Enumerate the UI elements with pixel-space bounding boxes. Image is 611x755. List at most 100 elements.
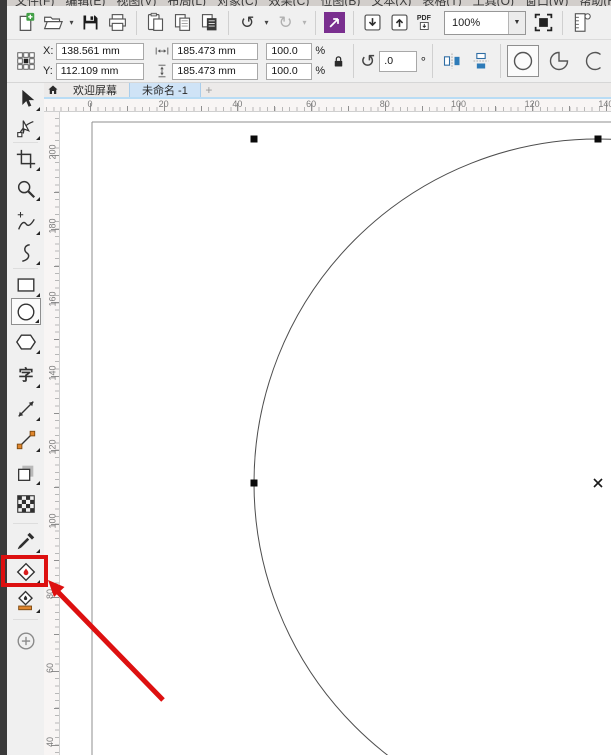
zoom-tool[interactable] bbox=[11, 175, 41, 202]
toolbox: 字 bbox=[7, 83, 44, 755]
smart-fill-tool[interactable] bbox=[11, 587, 41, 614]
freehand-tool[interactable] bbox=[11, 209, 41, 236]
fullscreen-preview-button[interactable] bbox=[530, 9, 557, 36]
drop-shadow-tool[interactable] bbox=[11, 459, 41, 486]
mirror-vertical-button[interactable] bbox=[468, 51, 494, 71]
ruler-tick bbox=[348, 106, 349, 111]
selection-handle[interactable] bbox=[595, 136, 602, 143]
duplicate-icon bbox=[199, 12, 220, 33]
tab-untitled-1[interactable]: 未命名 -1 bbox=[129, 83, 201, 97]
lock-ratio-icon[interactable] bbox=[329, 54, 347, 69]
rectangle-tool[interactable] bbox=[11, 271, 41, 298]
ruler-tick bbox=[201, 106, 202, 111]
svg-text:PDF: PDF bbox=[417, 15, 432, 22]
ellipse-mode-button[interactable] bbox=[507, 45, 539, 77]
scale-horizontal-field[interactable]: 100.0 bbox=[266, 43, 312, 60]
rotation-angle-field[interactable]: .0 bbox=[379, 51, 417, 72]
new-document-button[interactable] bbox=[12, 9, 39, 36]
artistic-media-tool[interactable] bbox=[11, 239, 41, 266]
new-doc-icon bbox=[15, 12, 36, 33]
x-position-field[interactable]: 138.561 mm bbox=[56, 43, 144, 60]
interactive-fill-icon bbox=[15, 561, 37, 583]
ruler-tick bbox=[54, 634, 59, 635]
print-icon bbox=[107, 12, 128, 33]
object-center-marker[interactable] bbox=[594, 479, 602, 487]
ruler-label: 0 bbox=[87, 99, 92, 109]
selection-handle[interactable] bbox=[251, 136, 258, 143]
drawing-canvas[interactable] bbox=[60, 112, 611, 755]
transparency-tool[interactable] bbox=[11, 490, 41, 517]
freehand-icon bbox=[15, 212, 37, 234]
text-tool[interactable]: 字 bbox=[11, 362, 41, 389]
horizontal-ruler[interactable]: 020406080100120140 bbox=[44, 97, 611, 112]
ruler-label: 120 bbox=[48, 439, 58, 454]
smart-fill-icon bbox=[15, 590, 37, 612]
rulers-button[interactable] bbox=[568, 9, 595, 36]
selection-handles[interactable] bbox=[251, 136, 602, 487]
export-button[interactable] bbox=[386, 9, 413, 36]
open-button[interactable] bbox=[39, 9, 66, 36]
mirror-horizontal-button[interactable] bbox=[439, 51, 465, 71]
connector-tool[interactable] bbox=[11, 426, 41, 453]
connector-icon bbox=[15, 429, 37, 451]
save-button[interactable] bbox=[77, 9, 104, 36]
y-position-field[interactable]: 112.109 mm bbox=[56, 63, 144, 80]
duplicate-button[interactable] bbox=[196, 9, 223, 36]
ruler-label: 120 bbox=[525, 99, 540, 109]
zoom-dropdown-icon[interactable]: ▼ bbox=[508, 12, 525, 34]
dimension-tool[interactable] bbox=[11, 395, 41, 422]
copy-icon bbox=[172, 12, 193, 33]
pie-mode-button[interactable] bbox=[543, 45, 575, 77]
zoom-level-value: 100% bbox=[445, 17, 508, 29]
pick-tool[interactable] bbox=[11, 85, 41, 112]
ruler-tick bbox=[422, 106, 423, 111]
arc-mode-button[interactable] bbox=[579, 45, 611, 77]
drop-shadow-icon bbox=[15, 462, 37, 484]
object-height-field[interactable]: 185.473 mm bbox=[172, 63, 258, 80]
transparency-icon bbox=[15, 493, 37, 515]
undo-button[interactable]: ↺ bbox=[234, 9, 261, 36]
shape-icon bbox=[15, 117, 37, 139]
ruler-icon bbox=[571, 12, 592, 33]
undo-flyout-caret-icon[interactable]: ▾ bbox=[261, 9, 272, 36]
import-button[interactable] bbox=[359, 9, 386, 36]
publish-pdf-button[interactable]: PDF bbox=[413, 9, 440, 36]
scale-vertical-field[interactable]: 100.0 bbox=[266, 63, 312, 80]
new-tab-button[interactable]: + bbox=[201, 83, 217, 97]
ruler-tick bbox=[54, 708, 59, 709]
selection-handle[interactable] bbox=[251, 480, 258, 487]
redo-button[interactable]: ↻ bbox=[272, 9, 299, 36]
tab-welcome-screen[interactable]: 欢迎屏幕 bbox=[61, 83, 129, 97]
percent-label-2: % bbox=[315, 65, 325, 77]
home-tab-button[interactable] bbox=[44, 83, 61, 97]
interactive-fill-tool[interactable] bbox=[11, 558, 41, 585]
zoom-icon bbox=[15, 178, 37, 200]
polygon-tool[interactable] bbox=[11, 328, 41, 355]
zoom-level-combo[interactable]: 100%▼ bbox=[444, 11, 526, 35]
open-flyout-caret-icon[interactable]: ▾ bbox=[66, 9, 77, 36]
copy-button[interactable] bbox=[169, 9, 196, 36]
ruler-tick bbox=[54, 487, 59, 488]
ruler-tick bbox=[54, 560, 59, 561]
ellipse-tool[interactable] bbox=[11, 298, 41, 325]
ellipse-icon bbox=[15, 301, 37, 323]
vertical-ruler[interactable]: 200180160140120100806040 bbox=[44, 112, 60, 755]
add-tools-button[interactable] bbox=[11, 627, 41, 654]
import-icon bbox=[362, 12, 383, 33]
drawn-ellipse[interactable] bbox=[254, 139, 611, 755]
object-width-field[interactable]: 185.473 mm bbox=[172, 43, 258, 60]
crop-tool[interactable] bbox=[11, 145, 41, 172]
shape-tool[interactable] bbox=[11, 114, 41, 141]
ruler-label: 80 bbox=[380, 99, 390, 109]
color-eyedropper-tool[interactable] bbox=[11, 527, 41, 554]
x-label: X: bbox=[43, 45, 53, 57]
app-launcher-button[interactable] bbox=[321, 9, 348, 36]
coreldraw-window: 文件(F)编辑(E)视图(V)布局(L)对象(C)效果(C)位图(B)文本(X)… bbox=[0, 0, 611, 755]
open-folder-icon bbox=[42, 12, 63, 33]
print-button[interactable] bbox=[104, 9, 131, 36]
paste-button[interactable] bbox=[142, 9, 169, 36]
save-icon bbox=[80, 12, 101, 33]
redo-flyout-caret-icon[interactable]: ▾ bbox=[299, 9, 310, 36]
ruler-label: 40 bbox=[45, 737, 55, 747]
export-icon bbox=[389, 12, 410, 33]
